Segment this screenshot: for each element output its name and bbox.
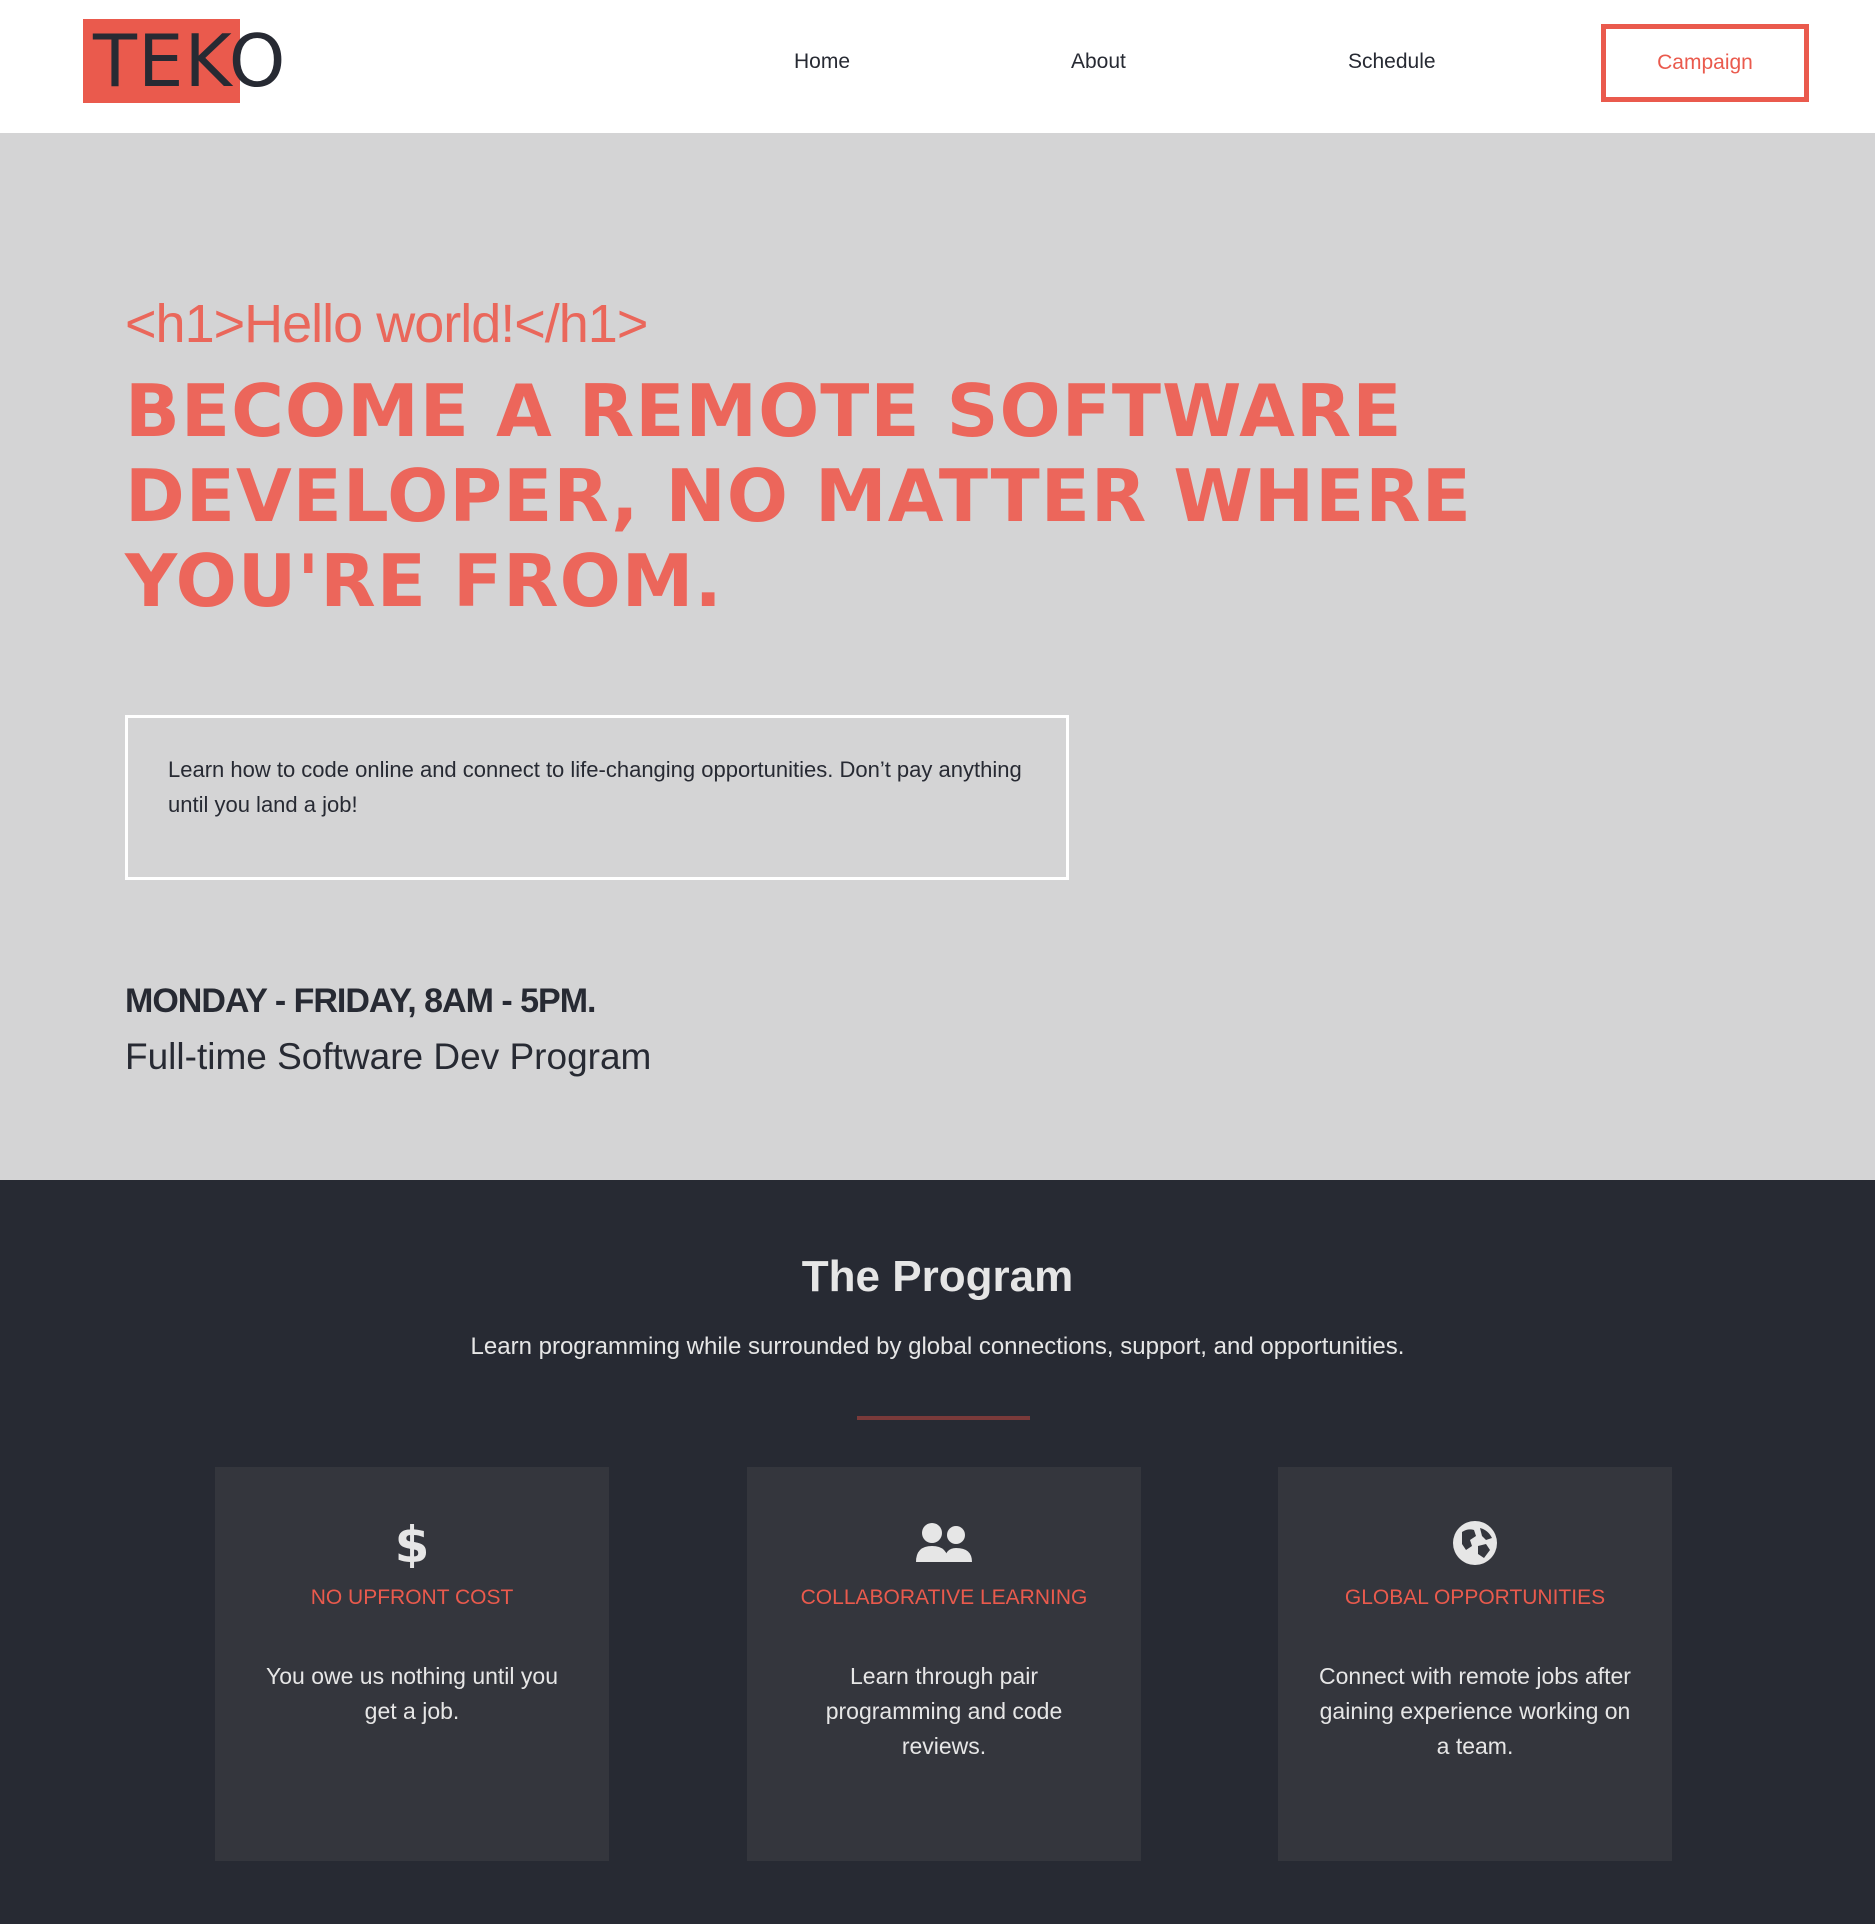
site-header: TEKO Home About Schedule Campaign — [0, 0, 1875, 133]
program-section: The Program Learn programming while surr… — [0, 1180, 1875, 1924]
globe-icon — [1452, 1520, 1498, 1571]
teko-logo[interactable]: TEKO — [83, 19, 286, 103]
section-divider — [857, 1416, 1030, 1420]
hero-code-line: <h1>Hello world!</h1> — [125, 294, 648, 354]
hero-section: <h1>Hello world!</h1> BECOME A REMOTE SO… — [0, 133, 1875, 1180]
card-title: GLOBAL OPPORTUNITIES — [1344, 1586, 1606, 1609]
users-icon — [914, 1522, 974, 1569]
feature-card-collaborative-learning: COLLABORATIVE LEARNING Learn through pai… — [747, 1467, 1141, 1861]
hero-intro-text: Learn how to code online and connect to … — [168, 757, 1022, 817]
nav-about-link[interactable]: About — [1071, 50, 1126, 74]
feature-card-global-opportunities: GLOBAL OPPORTUNITIES Connect with remote… — [1278, 1467, 1672, 1861]
card-text: Learn through pair programming and code … — [825, 1663, 1063, 1759]
nav-home-link[interactable]: Home — [794, 50, 850, 74]
dollar-icon: $ — [395, 1516, 430, 1574]
hero-intro-box: Learn how to code online and connect to … — [125, 715, 1069, 880]
hero-program-name: Full-time Software Dev Program — [125, 1036, 652, 1077]
card-title: NO UPFRONT COST — [310, 1586, 514, 1609]
svg-text:$: $ — [396, 1518, 428, 1568]
card-title: COLLABORATIVE LEARNING — [800, 1586, 1088, 1609]
nav-schedule-link[interactable]: Schedule — [1348, 50, 1436, 74]
card-text: Connect with remote jobs after gaining e… — [1319, 1663, 1631, 1759]
hero-title: BECOME A REMOTE SOFTWARE DEVELOPER, NO M… — [125, 369, 1472, 623]
program-subtitle: Learn programming while surrounded by gl… — [470, 1333, 1405, 1360]
feature-card-no-upfront-cost: $ NO UPFRONT COST You owe us nothing unt… — [215, 1467, 609, 1861]
card-text: You owe us nothing until you get a job. — [266, 1663, 558, 1724]
program-title: The Program — [801, 1252, 1074, 1301]
logo-text: TEKO — [93, 19, 287, 103]
campaign-button[interactable]: Campaign — [1601, 24, 1809, 102]
hero-schedule-days: MONDAY - FRIDAY, 8AM - 5PM. — [125, 982, 596, 1020]
